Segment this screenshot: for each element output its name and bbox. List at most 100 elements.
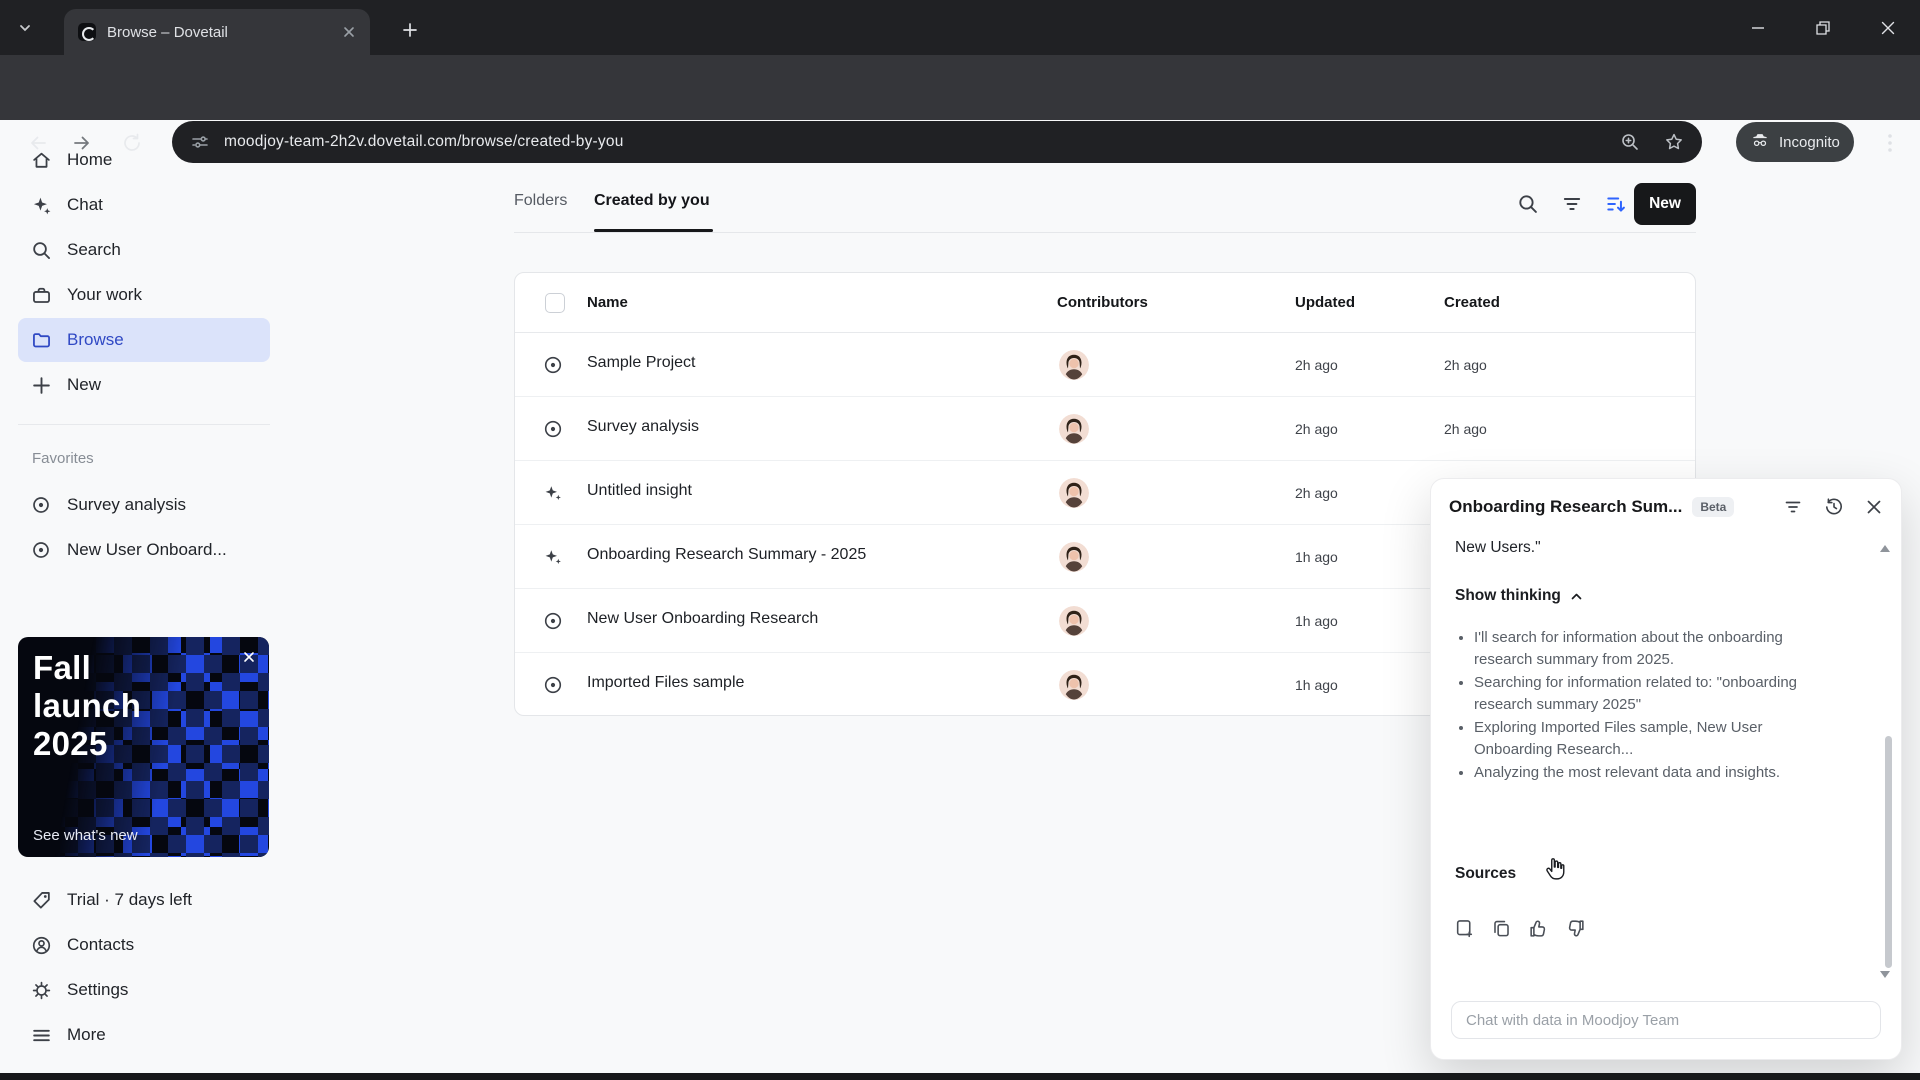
address-bar[interactable]: moodjoy-team-2h2v.dovetail.com/browse/cr… (172, 121, 1702, 163)
tab-search-button[interactable] (10, 13, 40, 43)
chat-message-fragment: New Users." (1455, 539, 1541, 556)
tabs-divider (514, 232, 1696, 233)
favorite-item-new-user-onboarding[interactable]: New User Onboard... (18, 528, 270, 572)
column-header-contributors[interactable]: Contributors (1057, 294, 1148, 311)
tab-created-by-you[interactable]: Created by you (594, 192, 710, 210)
row-created: 2h ago (1444, 357, 1487, 373)
avatar (1059, 350, 1089, 380)
thumbs-up-icon[interactable] (1527, 917, 1549, 939)
sidebar-item-trial[interactable]: Trial · 7 days left (18, 878, 270, 922)
row-name: Survey analysis (587, 418, 700, 435)
select-all-checkbox[interactable] (545, 293, 565, 313)
row-updated: 1h ago (1295, 677, 1338, 693)
avatar (1059, 606, 1089, 636)
sidebar-item-new[interactable]: New (18, 363, 270, 407)
window-minimize-button[interactable] (1726, 0, 1790, 55)
sidebar-item-label: New (67, 375, 102, 394)
sparkle-icon (30, 194, 52, 216)
table-row-survey-analysis[interactable]: Survey analysis 2h ago 2h ago (515, 397, 1695, 461)
new-tab-button[interactable] (396, 16, 424, 44)
copy-icon[interactable] (1490, 917, 1512, 939)
row-updated: 1h ago (1295, 549, 1338, 565)
chat-filter-icon[interactable] (1783, 497, 1803, 517)
sidebar-item-settings[interactable]: Settings (18, 968, 270, 1012)
project-target-icon (543, 355, 563, 375)
bookmark-star-icon[interactable] (1664, 132, 1684, 152)
window-close-button[interactable] (1856, 0, 1920, 55)
sidebar-item-contacts[interactable]: Contacts (18, 923, 270, 967)
sidebar-item-your-work[interactable]: Your work (18, 273, 270, 317)
tab-close-icon[interactable] (342, 25, 356, 39)
menu-icon (30, 1024, 52, 1046)
scrollbar-thumb[interactable] (1885, 736, 1892, 968)
thinking-steps: I'll search for information about the on… (1458, 627, 1818, 785)
sidebar-item-more[interactable]: More (18, 1013, 270, 1057)
browser-tabstrip: Browse – Dovetail (0, 0, 1920, 55)
chat-close-icon[interactable] (1865, 498, 1883, 516)
show-thinking-toggle[interactable]: Show thinking (1455, 587, 1583, 605)
avatar (1059, 414, 1089, 444)
sidebar-item-search[interactable]: Search (18, 228, 270, 272)
column-header-name[interactable]: Name (587, 294, 628, 311)
row-updated: 2h ago (1295, 421, 1338, 437)
row-updated: 1h ago (1295, 613, 1338, 629)
window-restore-button[interactable] (1791, 0, 1855, 55)
row-name: Onboarding Research Summary - 2025 (587, 546, 867, 563)
promo-title: Fall launch 2025 (33, 649, 142, 762)
sources-toggle[interactable]: Sources (1455, 865, 1516, 883)
chat-panel-header: Onboarding Research Sum... Beta (1431, 479, 1901, 535)
sidebar-item-home[interactable]: Home (18, 138, 270, 182)
filter-button[interactable] (1560, 192, 1584, 216)
incognito-label: Incognito (1779, 133, 1840, 151)
favorite-item-survey-analysis[interactable]: Survey analysis (18, 483, 270, 527)
chat-input[interactable] (1451, 1001, 1881, 1039)
window-bottom-edge (0, 1073, 1920, 1080)
column-header-updated[interactable]: Updated (1295, 294, 1355, 311)
incognito-icon (1750, 132, 1770, 152)
scrollbar-down-arrow[interactable] (1880, 971, 1890, 978)
row-name: Imported Files sample (587, 674, 745, 691)
chat-history-icon[interactable] (1824, 497, 1844, 517)
row-updated: 2h ago (1295, 485, 1338, 501)
tab-favicon (78, 23, 96, 41)
sidebar-item-label: Browse (67, 330, 124, 349)
search-button[interactable] (1516, 192, 1540, 216)
thinking-step: I'll search for information about the on… (1474, 627, 1818, 671)
sidebar-item-label: More (67, 1025, 106, 1044)
browser-toolbar: moodjoy-team-2h2v.dovetail.com/browse/cr… (0, 55, 1920, 163)
browser-tab[interactable]: Browse – Dovetail (64, 9, 370, 55)
chevron-up-icon (1570, 590, 1583, 603)
thinking-step: Searching for information related to: "o… (1474, 672, 1818, 716)
new-button[interactable]: New (1634, 183, 1696, 225)
thumbs-down-icon[interactable] (1564, 917, 1586, 939)
thinking-step: Exploring Imported Files sample, New Use… (1474, 717, 1818, 761)
column-header-created[interactable]: Created (1444, 294, 1500, 311)
promo-card-fall-launch[interactable]: Fall launch 2025 See what's new (18, 637, 269, 857)
sidebar-item-browse[interactable]: Browse (18, 318, 270, 362)
table-header-row: Name Contributors Updated Created (515, 273, 1695, 333)
sidebar-item-chat[interactable]: Chat (18, 183, 270, 227)
sidebar-item-label: Home (67, 150, 113, 169)
zoom-icon[interactable] (1620, 132, 1640, 152)
sidebar-nav: Home Chat Search Your work Browse New (18, 138, 270, 408)
sort-button[interactable] (1604, 192, 1628, 216)
target-icon (30, 494, 52, 516)
table-row-sample-project[interactable]: Sample Project 2h ago 2h ago (515, 333, 1695, 397)
scrollbar-up-arrow[interactable] (1880, 545, 1890, 552)
sidebar-item-label: Your work (67, 285, 142, 304)
sidebar-item-label: Search (67, 240, 121, 259)
add-highlight-icon[interactable] (1453, 917, 1475, 939)
favorite-item-label: New User Onboard... (67, 540, 227, 559)
insight-sparkle-icon (543, 547, 563, 567)
chat-panel: Onboarding Research Sum... Beta New User… (1430, 478, 1902, 1060)
row-updated: 2h ago (1295, 357, 1338, 373)
avatar (1059, 478, 1089, 508)
browser-menu-button[interactable] (1872, 125, 1908, 161)
tab-title: Browse – Dovetail (107, 23, 228, 41)
url-text: moodjoy-team-2h2v.dovetail.com/browse/cr… (224, 133, 624, 150)
beta-badge: Beta (1692, 497, 1735, 517)
promo-link[interactable]: See what's new (33, 827, 138, 844)
folder-icon (30, 329, 52, 351)
tab-folders[interactable]: Folders (514, 192, 567, 210)
promo-close-icon[interactable] (238, 646, 260, 668)
